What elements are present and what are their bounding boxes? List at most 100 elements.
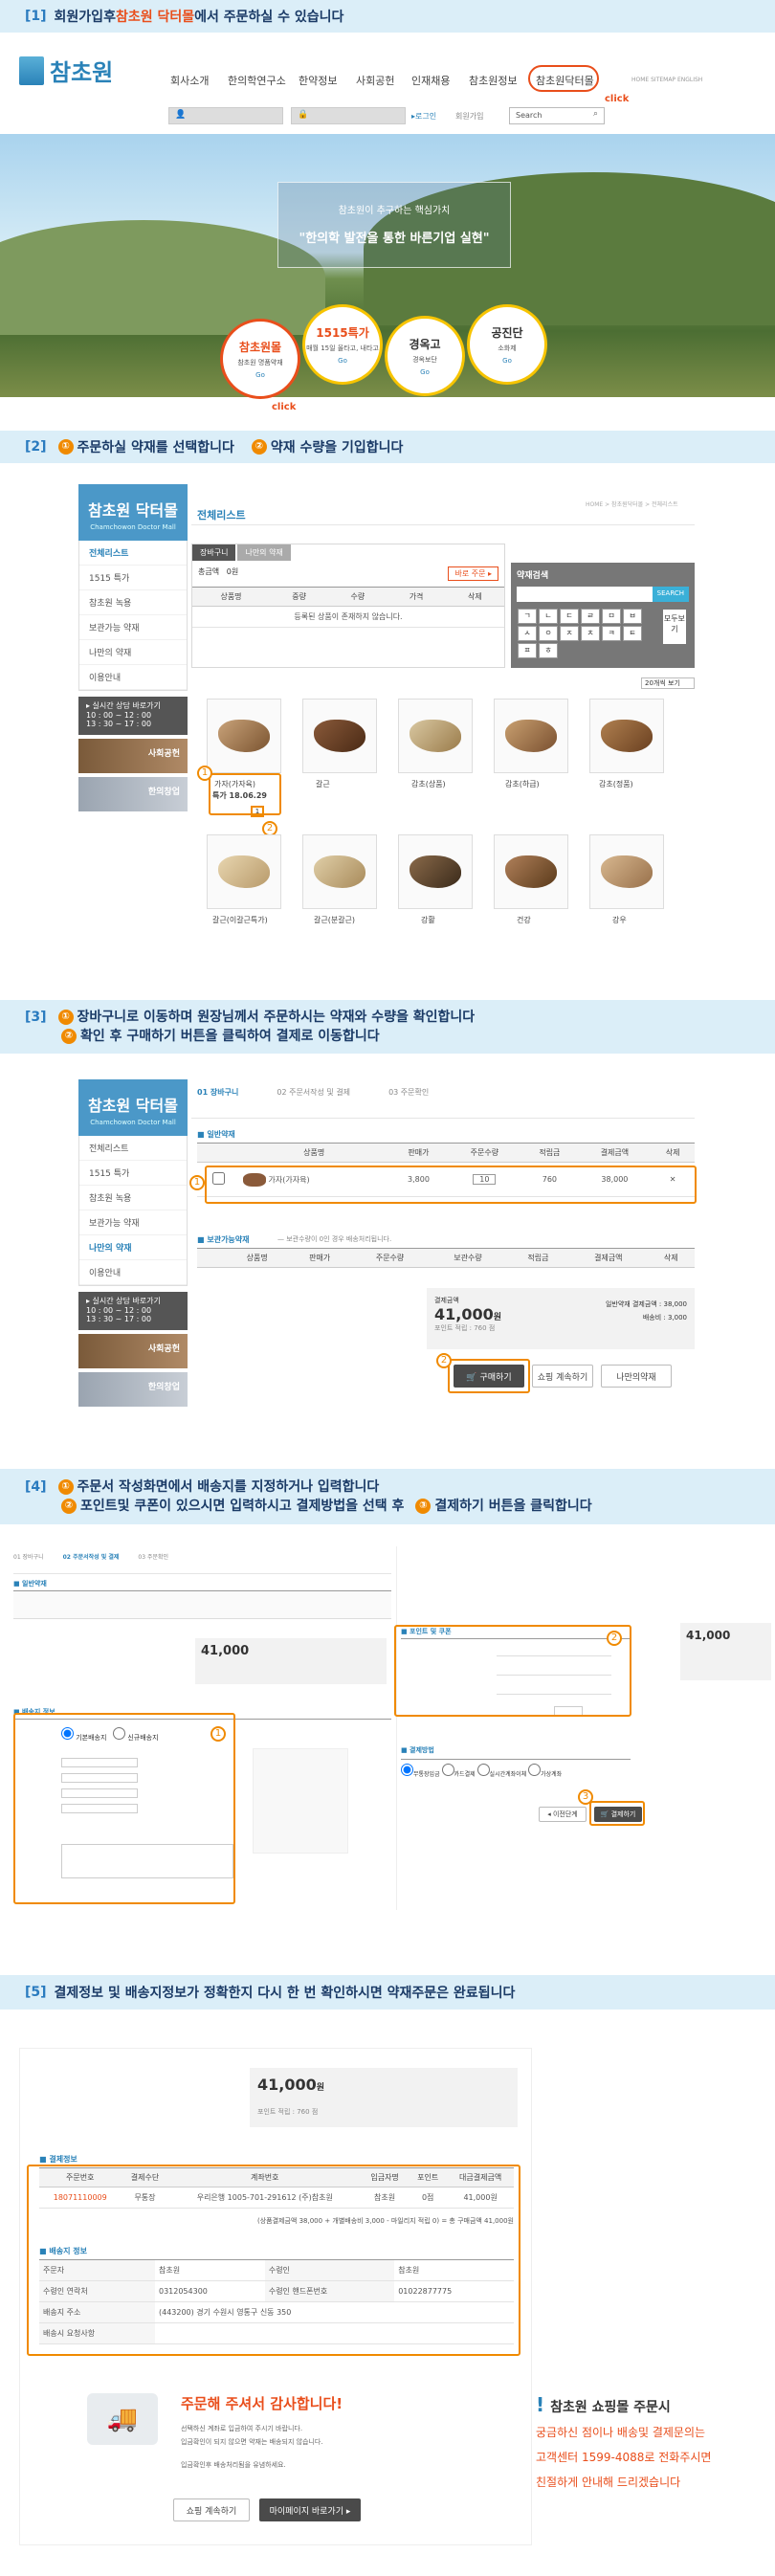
product-highlight [209,773,281,815]
product-name[interactable]: 감초(하급) [505,779,540,789]
login-link[interactable]: ▸로그인 [411,111,436,122]
product-name[interactable]: 갈근 [316,779,330,789]
nav-social[interactable]: 사회공헌 [356,73,394,88]
cart-summary: 결제금액 41,000원 포인트 적립 : 760 점 일반약재 결제금액 : … [427,1288,695,1349]
per-page-select[interactable]: 20개씩 보기 [641,677,695,689]
right-summary: 41,000 [680,1623,771,1680]
product-image[interactable] [494,699,568,773]
hero-title: "한의학 발전을 통한 바른기업 실현" [299,232,490,246]
hero-btn-1515[interactable]: 1515특가 매월 15일 올타고, 내타고 Go [302,304,383,385]
sidebar-item-storable[interactable]: 보관가능 약재 [79,1210,187,1235]
sidebar-menu: 전체리스트 1515 특가 참초원 녹용 보관가능 약재 나만의 약재 이용안내 [78,541,188,691]
cart-table: 상품명 중량 수량 가격 삭제 등록된 상품이 존재하지 않습니다. [192,587,504,628]
continue-shopping-button[interactable]: 쇼핑 계속하기 [532,1365,593,1388]
startup-banner[interactable]: 한의창업 [78,1372,188,1407]
product-name[interactable]: 건강 [517,915,531,925]
product-image[interactable] [207,699,281,773]
tab-cart[interactable]: 장바구니 [192,544,236,561]
breadcrumb: HOME > 참초원닥터몰 > 전체리스트 [586,501,678,508]
hero-btn-mall[interactable]: 참초원몰 참초원 명품약재 Go [220,319,300,399]
lock-icon: 🔒 [298,110,309,120]
consonant-keys: ㄱㄴㄷㄹㅁㅂㅅㅇㅈㅊㅋㅌㅍㅎ [517,608,660,659]
pay-virtual-radio[interactable] [528,1764,542,1776]
divider [191,524,695,525]
storable-title: ■ 보관가능약재 [197,1235,250,1244]
marker-2-icon: 2 [607,1631,622,1646]
value-box: 참초원이 추구하는 핵심가치 "한의학 발전을 통한 바른기업 실현" [277,182,511,268]
product-image[interactable] [494,834,568,909]
header-search-input[interactable]: Search [509,107,605,124]
sidebar-item-mine[interactable]: 나만의 약재 [79,1235,187,1260]
nav-company[interactable]: 회사소개 [170,73,209,88]
logo-mark-icon [19,56,44,85]
site-logo[interactable]: 참초원 [19,54,113,87]
nav-info[interactable]: 참초원정보 [469,73,518,88]
sidebar-item-antler[interactable]: 참초원 녹용 [79,1186,187,1210]
startup-banner[interactable]: 한의창업 [78,777,188,811]
tab-my-herb[interactable]: 나만의 약재 [237,544,291,561]
product-image[interactable] [398,699,473,773]
quick-order-button[interactable]: 바로 주문 ▸ [448,566,498,581]
product-image[interactable] [398,834,473,909]
pay-card-radio[interactable] [441,1764,454,1776]
step3-banner: [3] ① 장바구니로 이동하며 원장님께서 주문하시는 약재와 수량을 확인합니다… [0,1000,775,1054]
sidebar-item-mine[interactable]: 나만의 약재 [79,640,187,665]
product-image[interactable] [302,834,377,909]
nav-recruit[interactable]: 인재채용 [411,73,450,88]
product-name[interactable]: 강활 [421,915,435,925]
step-order: 02 주문서작성 및 결제 [277,1088,351,1097]
hero-btn-gyeongokgo[interactable]: 경옥고 경옥보단 Go [385,316,465,396]
herb-search-button[interactable]: SEARCH [652,587,689,602]
search-title: 약재검색 [517,571,549,581]
sidebar-item-all[interactable]: 전체리스트 [79,1136,187,1161]
sidebar-item-guide[interactable]: 이용안내 [79,1260,187,1285]
nav-research[interactable]: 한의학연구소 [228,73,286,88]
step-cart: 01 장바구니 [197,1088,239,1097]
hero-subtitle: 참초원이 추구하는 핵심가치 [338,206,451,216]
product-name[interactable]: 갈근(분갈근) [314,915,355,925]
view-all-button[interactable]: 모두보기 [662,610,686,644]
product-name[interactable]: 감초(정품) [599,779,633,789]
join-link[interactable]: 회원가입 [455,111,483,122]
quantity-input[interactable]: 1 [251,806,264,817]
user-icon: 👤 [175,110,187,120]
continue-shopping-button[interactable]: 쇼핑 계속하기 [173,2498,250,2521]
nav-herb-info[interactable]: 한약정보 [299,73,337,88]
herb-search-input[interactable] [517,587,653,602]
click-label-2: click [272,402,297,412]
product-name[interactable]: 갈근(이갈근특가) [212,915,268,925]
sidebar-item-1515[interactable]: 1515 특가 [79,566,187,590]
social-banner[interactable]: 사회공헌 [78,1334,188,1368]
product-image[interactable] [589,834,664,909]
product-image[interactable] [207,834,281,909]
payment-options: 무통장입금 카드결제 실시간계좌이체 가상계좌 [401,1759,631,1778]
product-name[interactable]: 감초(상품) [411,779,446,789]
product-name[interactable]: 강우 [612,915,627,925]
sidebar-item-guide[interactable]: 이용안내 [79,665,187,690]
pay-bank-radio[interactable] [401,1764,413,1776]
search-icon[interactable]: ⌕ [593,109,598,119]
step5-banner: [5] 결제정보 및 배송지정보가 정확한지 다시 한 번 확인하시면 약재주문… [0,1975,775,2010]
social-banner[interactable]: 사회공헌 [78,739,188,773]
payment-info-title: ■ 결제정보 [39,2155,78,2164]
sidebar-item-storable[interactable]: 보관가능 약재 [79,615,187,640]
prev-step-button[interactable]: ◂ 이전단계 [539,1807,587,1822]
sidebar-item-all[interactable]: 전체리스트 [79,541,187,566]
consult-box[interactable]: ▸ 실시간 상담 바로가기 10 : 00 ~ 12 : 00 13 : 30 ~ … [78,1292,188,1330]
order-steps: 01 장바구니 02 주문서작성 및 결제 03 주문확인 [197,1087,429,1098]
consult-box[interactable]: ▸ 실시간 상담 바로가기 10 : 00 ~ 12 : 00 13 : 30 ~ … [78,697,188,735]
marker-3-icon: 3 [578,1789,593,1805]
pay-transfer-radio[interactable] [476,1764,490,1776]
product-image[interactable] [302,699,377,773]
product-image[interactable] [589,699,664,773]
mypage-button[interactable]: 마이페이지 바로가기 ▸ [259,2498,361,2521]
top-links[interactable]: HOME SITEMAP ENGLISH [631,77,702,83]
sidebar-item-1515[interactable]: 1515 특가 [79,1161,187,1186]
my-herb-button[interactable]: 나만의약재 [601,1365,672,1388]
hill [0,220,325,335]
id-input[interactable]: 👤 [168,107,283,124]
password-input[interactable]: 🔒 [291,107,406,124]
sidebar-title: 참초원 닥터몰 Chamchowon Doctor Mall [78,1079,188,1136]
hero-btn-gongjindan[interactable]: 공진단 소화제 Go [467,304,547,385]
sidebar-item-antler[interactable]: 참초원 녹용 [79,590,187,615]
